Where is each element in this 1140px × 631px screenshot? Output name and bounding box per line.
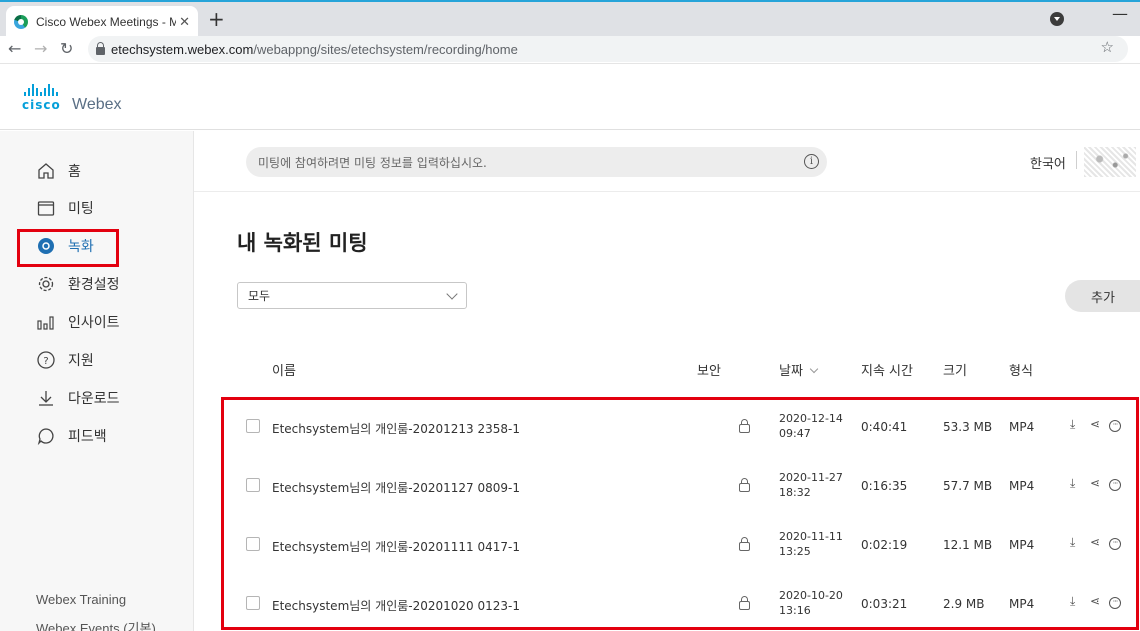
back-arrow-icon[interactable]: ← xyxy=(8,38,21,60)
webex-header: cisco Webex xyxy=(0,64,1140,130)
sidebar-item-label: 환경설정 xyxy=(68,277,120,293)
reload-icon[interactable]: ↻ xyxy=(60,38,73,60)
divider xyxy=(194,191,1140,192)
language-selector[interactable]: 한국어 xyxy=(1030,153,1066,172)
cisco-bars-icon xyxy=(24,84,142,96)
sidebar-item-label: 인사이트 xyxy=(68,315,120,331)
home-icon xyxy=(36,161,56,181)
chevron-down-icon xyxy=(446,288,458,300)
column-header-size: 크기 xyxy=(943,364,967,379)
column-header-name[interactable]: 이름 xyxy=(272,360,296,379)
sidebar-item-support[interactable]: ? 지원 xyxy=(36,348,94,372)
sidebar-item-label: 홈 xyxy=(68,164,81,180)
browser-tab[interactable]: Cisco Webex Meetings - My Re ✕ xyxy=(6,6,198,38)
main-content: 미팅에 참여하려면 미팅 정보를 입력하십시오. i 한국어 내 녹화된 미팅 … xyxy=(194,131,1140,631)
secure-lock-icon xyxy=(96,41,105,55)
webex-training-link[interactable]: Webex Training xyxy=(36,592,126,607)
minimize-window-button[interactable]: — xyxy=(1112,4,1128,23)
column-header-security: 보안 xyxy=(697,364,721,379)
gear-icon xyxy=(36,274,56,294)
profile-menu-icon[interactable] xyxy=(1050,12,1064,26)
browser-toolbar: ← → ↻ etechsystem.webex.com/webappng/sit… xyxy=(0,36,1140,64)
help-icon: ? xyxy=(36,350,56,370)
sidebar-item-label: 미팅 xyxy=(68,201,94,217)
sidebar-item-insights[interactable]: 인사이트 xyxy=(36,310,120,334)
cisco-webex-logo[interactable]: cisco Webex xyxy=(22,84,142,120)
recording-filter-select[interactable]: 모두 xyxy=(237,282,467,309)
search-placeholder: 미팅에 참여하려면 미팅 정보를 입력하십시오. xyxy=(258,155,487,170)
cisco-wordmark: cisco xyxy=(22,98,61,112)
download-icon xyxy=(36,388,56,408)
url-text: etechsystem.webex.com/webappng/sites/ete… xyxy=(111,42,518,57)
bookmark-star-icon[interactable]: ☆ xyxy=(1101,38,1114,56)
forward-arrow-icon[interactable]: → xyxy=(34,38,47,60)
date-header-label: 날짜 xyxy=(779,364,803,379)
sidebar-item-label: 다운로드 xyxy=(68,391,120,407)
webex-favicon-icon xyxy=(14,15,28,29)
sort-chevron-icon xyxy=(809,364,819,374)
avatar[interactable] xyxy=(1084,147,1136,177)
add-button[interactable]: 추가 xyxy=(1065,280,1140,312)
recordings-highlight-box xyxy=(221,397,1139,630)
feedback-icon xyxy=(36,426,56,446)
divider xyxy=(1076,151,1077,169)
close-tab-icon[interactable]: ✕ xyxy=(179,15,190,30)
sidebar-item-feedback[interactable]: 피드백 xyxy=(36,424,107,448)
svg-text:?: ? xyxy=(43,356,48,367)
new-tab-button[interactable]: + xyxy=(208,9,225,29)
sidebar-item-label: 피드백 xyxy=(68,429,107,445)
sidebar-item-downloads[interactable]: 다운로드 xyxy=(36,386,120,410)
sidebar: 홈 미팅 녹화 환경설정 인사이트 ? 지원 다운로드 피드백 Webex Tr… xyxy=(0,131,194,631)
calendar-icon xyxy=(36,198,56,218)
meeting-search-input[interactable]: 미팅에 참여하려면 미팅 정보를 입력하십시오. i xyxy=(246,147,827,177)
sidebar-item-label: 지원 xyxy=(68,353,94,369)
column-header-duration: 지속 시간 xyxy=(861,364,913,379)
webex-wordmark: Webex xyxy=(72,96,122,113)
sidebar-item-meetings[interactable]: 미팅 xyxy=(36,196,94,220)
info-icon[interactable]: i xyxy=(804,154,819,169)
insights-icon xyxy=(36,312,56,332)
recordings-highlight-box xyxy=(17,229,119,267)
sidebar-item-preferences[interactable]: 환경설정 xyxy=(36,272,120,296)
webex-events-link[interactable]: Webex Events (기본) xyxy=(36,618,156,631)
page-title: 내 녹화된 미팅 xyxy=(237,231,368,255)
sidebar-item-home[interactable]: 홈 xyxy=(36,159,81,183)
url-path: /webappng/sites/etechsystem/recording/ho… xyxy=(253,41,518,57)
browser-tabstrip: Cisco Webex Meetings - My Re ✕ + — xyxy=(0,0,1140,38)
column-header-date[interactable]: 날짜 xyxy=(779,360,819,379)
filter-value: 모두 xyxy=(248,289,271,303)
column-header-format: 형식 xyxy=(1009,364,1033,379)
tab-title: Cisco Webex Meetings - My Re xyxy=(36,15,176,29)
url-host: etechsystem.webex.com xyxy=(111,41,254,57)
address-bar[interactable]: etechsystem.webex.com/webappng/sites/ete… xyxy=(88,36,1128,62)
